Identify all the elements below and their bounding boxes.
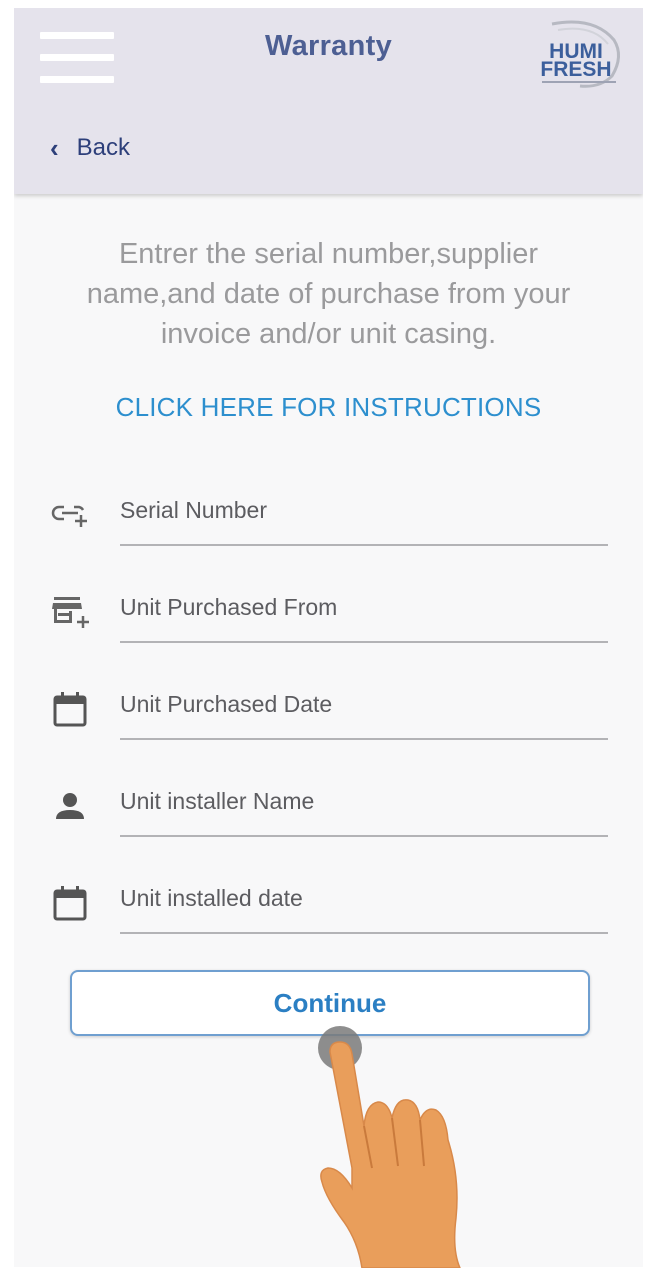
unit-installer-name-label: Unit installer Name <box>120 788 315 814</box>
humifresh-logo: HUMI FRESH <box>540 20 620 88</box>
link-add-icon <box>51 505 87 527</box>
field-underline <box>120 544 608 546</box>
app-bar: Warranty HUMI FRESH ‹ Back <box>14 8 643 194</box>
pointer-hand-icon <box>318 1026 461 1268</box>
intro-text: Entrer the serial number,supplier name,a… <box>86 238 571 350</box>
serial-number-label: Serial Number <box>120 497 267 523</box>
unit-purchased-date-field[interactable]: Unit Purchased Date <box>50 676 608 746</box>
unit-installed-date-label: Unit installed date <box>120 885 303 911</box>
field-underline <box>120 835 608 837</box>
unit-installer-name-field[interactable]: Unit installer Name <box>50 773 608 843</box>
back-button[interactable]: ‹ Back <box>50 128 130 168</box>
unit-purchased-date-label: Unit Purchased Date <box>120 691 333 717</box>
calendar-icon <box>53 886 87 921</box>
unit-purchased-from-field[interactable]: Unit Purchased From <box>50 579 608 649</box>
field-underline <box>120 738 608 740</box>
instructions-link[interactable]: CLICK HERE FOR INSTRUCTIONS <box>14 392 643 423</box>
unit-purchased-from-label: Unit Purchased From <box>120 594 338 620</box>
serial-number-field[interactable]: Serial Number <box>50 482 608 552</box>
back-label: Back <box>76 134 131 161</box>
calendar-icon <box>53 692 87 727</box>
chevron-left-icon: ‹ <box>50 133 59 163</box>
store-add-icon <box>52 597 89 628</box>
person-icon <box>56 793 84 819</box>
svg-text:FRESH: FRESH <box>540 58 611 81</box>
field-underline <box>120 641 608 643</box>
field-underline <box>120 932 608 934</box>
unit-installed-date-field[interactable]: Unit installed date <box>50 870 608 940</box>
